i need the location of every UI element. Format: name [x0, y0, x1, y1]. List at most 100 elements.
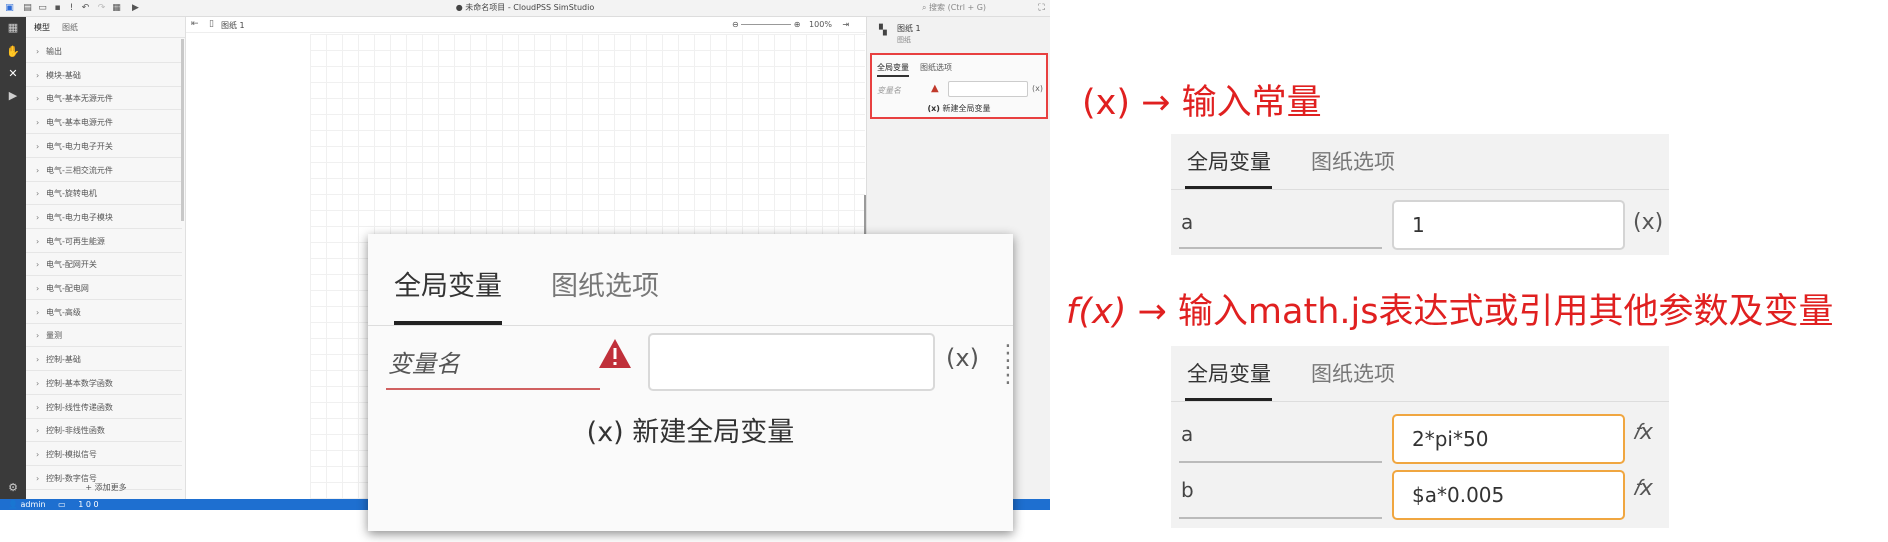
zoomed-global-variables: 全局变量 图纸选项 变量名 (x) ⋮ ⋮ (x) 新建全局变量 [368, 234, 1019, 531]
new-global-variable-button-zoomed[interactable]: (x) 新建全局变量 [368, 410, 1013, 449]
library-category[interactable]: › 控制-基本数学函数 [26, 372, 182, 395]
library-scrollbar[interactable] [181, 39, 184, 221]
variable-expression-input[interactable]: 2*pi*50 [1392, 414, 1625, 464]
chevron-right-icon: › [36, 378, 40, 388]
play-icon[interactable]: ▶ [6, 89, 20, 103]
chevron-right-icon: › [36, 449, 40, 459]
library-category[interactable]: › 控制-非线性函数 [26, 419, 182, 443]
name-underline [1179, 517, 1382, 519]
library-category-label: 电气-可再生能源 [46, 236, 105, 246]
tab-diagram-options[interactable]: 图纸选项 [920, 62, 952, 73]
variable-name[interactable]: b [1181, 478, 1194, 502]
variable-value-input[interactable]: 1 [1392, 200, 1625, 250]
search-placeholder: 搜索 (Ctrl + G) [929, 3, 987, 12]
const-mode-toggle[interactable]: (x) [1633, 210, 1663, 235]
new-global-variable-button[interactable]: (x) 新建全局变量 [872, 103, 1046, 114]
variable-value-input-zoomed[interactable] [648, 333, 935, 391]
library-category-label: 电气-电力电子模块 [46, 212, 113, 222]
library-category[interactable]: › 电气-配网开关 [26, 253, 182, 277]
tools-icon[interactable]: ✕ [6, 67, 20, 81]
variable-icon: (x) [927, 104, 940, 113]
search-input[interactable]: ⌕ 搜索 (Ctrl + G) [922, 2, 986, 13]
library-category-label: 控制-基础 [46, 355, 81, 365]
library-category[interactable]: › 控制-基础 [26, 348, 182, 372]
tab-global-variables-card1[interactable]: 全局变量 [1187, 146, 1271, 176]
file-icon: ▯ [209, 19, 214, 29]
chevron-right-icon: › [36, 141, 40, 151]
fullscreen-icon[interactable]: ⛶ [1036, 3, 1047, 14]
zoom-out-icon[interactable]: ⊖ [732, 20, 739, 29]
name-underline [1179, 461, 1382, 463]
tab-model[interactable]: 模型 [34, 22, 50, 33]
tab-diagram-options-card1[interactable]: 图纸选项 [1311, 146, 1395, 176]
zoom-slider[interactable] [741, 24, 792, 25]
chevron-right-icon: › [36, 355, 40, 365]
monitor-icon[interactable]: ▭ [58, 500, 66, 509]
tab-diagram-options-card2[interactable]: 图纸选项 [1311, 358, 1395, 388]
library-category[interactable]: › 电气-配电网 [26, 277, 182, 300]
tab-diagram[interactable]: 图纸 [62, 22, 78, 33]
library-category[interactable]: › 模块-基础 [26, 64, 182, 87]
function-mode-toggle-icon[interactable]: 𝑓x [1633, 420, 1653, 445]
const-mode-toggle[interactable]: (x) [1032, 84, 1043, 93]
library-category[interactable]: › 电气-三相交流元件 [26, 159, 182, 182]
chevron-right-icon: › [36, 189, 40, 199]
tab-divider-card2 [1171, 401, 1669, 402]
library-category-label: 输出 [46, 47, 62, 56]
library-category-label: 量测 [46, 331, 62, 341]
library-category[interactable]: › 电气-基本无源元件 [26, 87, 182, 111]
variable-name-field[interactable]: 变量名 [877, 85, 901, 96]
user-icon: 👤 [8, 500, 18, 509]
library-category[interactable]: › 电气-电力电子开关 [26, 135, 182, 158]
chevron-right-icon: › [36, 426, 40, 436]
library-category[interactable]: › 输出 [26, 40, 182, 63]
library-category[interactable]: › 控制-模拟信号 [26, 443, 182, 466]
status-text: 👤 admin ▭ 1 0 0 [8, 499, 99, 510]
tab-global-variables-card2[interactable]: 全局变量 [1187, 358, 1271, 388]
global-variables-box: 全局变量 图纸选项 变量名 ▲ (x) (x) 新建全局变量 [870, 53, 1048, 119]
active-tab-indicator [877, 75, 909, 77]
collapse-icon[interactable]: ⇤ [191, 19, 199, 29]
drag-handle-icon[interactable]: ⋮ ⋮ [997, 343, 1019, 387]
chevron-right-icon: › [36, 70, 40, 80]
tab-global-variables-zoomed[interactable]: 全局变量 [394, 264, 502, 303]
add-more-button[interactable]: + 添加更多 [26, 482, 185, 493]
variable-expression-input[interactable]: $a*0.005 [1392, 470, 1625, 520]
props-title: 图纸 1 [897, 24, 921, 33]
diagram-icon: ▚ [879, 25, 887, 36]
library-category[interactable]: › 电气-电力电子模块 [26, 206, 182, 229]
annotation-const: (x) → 输入常量 [1082, 74, 1322, 125]
tab-diagram-options-zoomed[interactable]: 图纸选项 [551, 264, 659, 303]
library-category[interactable]: › 电气-可再生能源 [26, 230, 182, 253]
status-counts[interactable]: 1 0 0 [78, 500, 98, 509]
chevron-right-icon: › [36, 260, 40, 270]
example-card-expr: 全局变量 图纸选项 a 2*pi*50 𝑓x b $a*0.005 𝑓x [1171, 346, 1669, 528]
model-icon[interactable]: ▦ [6, 21, 20, 35]
library-category[interactable]: › 电气-基本电源元件 [26, 111, 182, 135]
user-name[interactable]: admin [21, 500, 46, 509]
library-category-label: 电气-配网开关 [46, 260, 97, 270]
library-category[interactable]: › 控制-线性传递函数 [26, 396, 182, 419]
component-icon[interactable]: ✋ [6, 45, 20, 59]
expand-icon[interactable]: ⇥ [842, 20, 849, 29]
const-mode-toggle-zoomed[interactable]: (x) [946, 344, 979, 372]
zoom-in-icon[interactable]: ⊕ [794, 20, 801, 29]
annotation-const-symbol: (x) [1082, 83, 1131, 123]
variable-name[interactable]: a [1181, 210, 1193, 234]
top-toolbar: ▣ ▤ ▭ ▪ ! ↶ ↷ ▦ ▶ ● 未命名项目 - CloudPSS Sim… [0, 0, 1050, 17]
tab-global-variables[interactable]: 全局变量 [877, 62, 909, 73]
left-rail: ▦ ✋ ✕ ▶ ⚙ [0, 17, 26, 499]
function-mode-toggle-icon[interactable]: 𝑓x [1633, 476, 1653, 501]
document-tab[interactable]: 图纸 1 [221, 20, 245, 31]
new-global-label: 新建全局变量 [942, 104, 991, 113]
library-category[interactable]: › 电气-旋转电机 [26, 182, 182, 206]
variable-value-input[interactable] [948, 81, 1028, 97]
variable-name[interactable]: a [1181, 422, 1193, 446]
variable-name-field-zoomed[interactable]: 变量名 [388, 344, 460, 379]
library-category[interactable]: › 电气-高级 [26, 301, 182, 324]
library-category[interactable]: › 量测 [26, 324, 182, 348]
library-category-label: 电气-电力电子开关 [46, 141, 113, 151]
library-category-label: 控制-非线性函数 [46, 426, 105, 436]
settings-icon[interactable]: ⚙ [6, 481, 20, 495]
window-title: ● 未命名项目 - CloudPSS SimStudio [455, 3, 595, 12]
